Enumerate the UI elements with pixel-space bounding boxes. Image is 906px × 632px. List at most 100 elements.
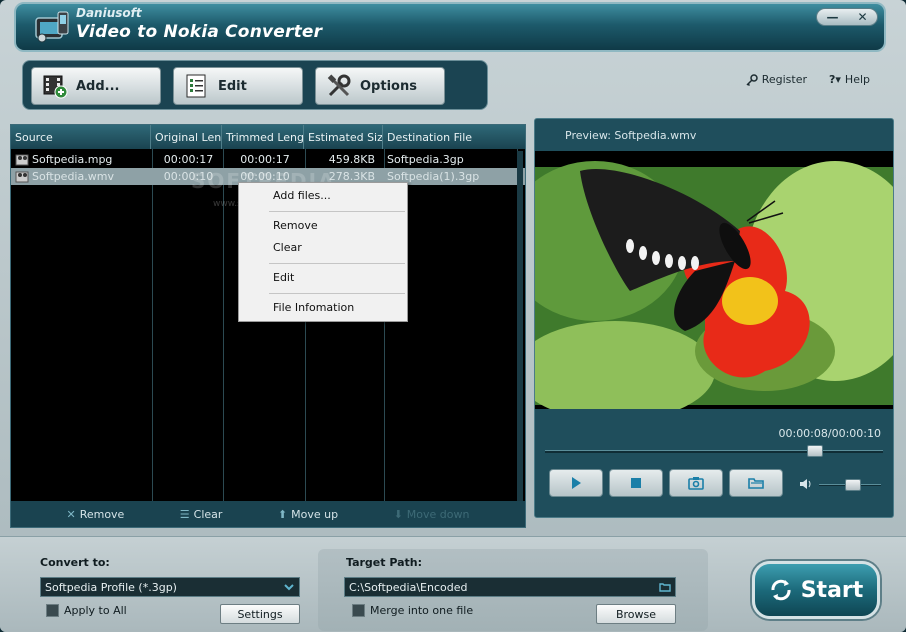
title-bar[interactable]: Daniusoft Video to Nokia Converter — ✕ — [14, 2, 886, 52]
preview-title: Preview: Softpedia.wmv — [565, 129, 697, 142]
target-path-value: C:\Softpedia\Encoded — [349, 581, 468, 594]
film-add-icon — [43, 75, 68, 99]
app-title: Video to Nokia Converter — [76, 22, 323, 42]
move-down-button[interactable]: ⬇ Move down — [394, 508, 470, 521]
checkbox-box[interactable] — [46, 604, 59, 617]
profile-select[interactable]: Softpedia Profile (*.3gp) — [40, 577, 300, 597]
video-preview — [535, 151, 893, 409]
play-button[interactable] — [549, 469, 603, 497]
clear-button[interactable]: ☰ Clear — [180, 508, 223, 521]
options-button[interactable]: Options — [315, 67, 445, 105]
arrow-up-icon: ⬆ — [277, 507, 288, 521]
row-estimated-size: 459.8KB — [328, 153, 375, 166]
row-source: Softpedia.wmv — [32, 170, 114, 183]
menu-separator — [269, 211, 405, 212]
row-original-length: 00:00:17 — [163, 153, 214, 166]
column-source[interactable]: Source — [11, 125, 151, 149]
seek-bar[interactable] — [545, 450, 883, 453]
convert-to-label: Convert to: — [40, 556, 110, 569]
options-button-label: Options — [360, 78, 417, 94]
target-path-input[interactable]: C:\Softpedia\Encoded — [344, 577, 676, 597]
apply-to-all-checkbox[interactable]: Apply to All — [46, 604, 127, 617]
stop-icon — [631, 478, 641, 488]
menu-item-edit[interactable]: Edit — [273, 271, 294, 284]
tools-icon — [327, 74, 351, 97]
menu-item-clear[interactable]: Clear — [273, 241, 302, 254]
start-button[interactable]: Start — [752, 561, 880, 619]
edit-button[interactable]: Edit — [173, 67, 303, 105]
add-button[interactable]: Add... — [31, 67, 161, 105]
menu-item-add-files[interactable]: Add files... — [273, 189, 331, 202]
minimize-button[interactable]: — — [826, 10, 838, 24]
folder-browse-icon[interactable] — [655, 578, 675, 596]
app-window: Daniusoft Video to Nokia Converter — ✕ A… — [0, 0, 906, 632]
clear-label: Clear — [193, 507, 223, 521]
merge-checkbox[interactable]: Merge into one file — [352, 604, 473, 617]
volume-icon — [800, 479, 811, 489]
settings-button[interactable]: Settings — [220, 604, 300, 624]
volume-handle[interactable] — [845, 479, 862, 491]
target-path-label: Target Path: — [346, 556, 423, 569]
key-icon — [746, 73, 758, 86]
seek-handle[interactable] — [807, 445, 824, 457]
output-settings-bar: Convert to: Softpedia Profile (*.3gp) Ap… — [0, 536, 906, 632]
refresh-icon — [771, 579, 791, 601]
stop-button[interactable] — [609, 469, 663, 497]
snapshot-button[interactable] — [669, 469, 723, 497]
menu-separator — [269, 293, 405, 294]
edit-button-label: Edit — [218, 78, 247, 94]
camera-icon — [688, 477, 704, 490]
folder-icon — [748, 478, 764, 489]
video-file-icon — [15, 171, 29, 183]
app-logo-icon — [35, 11, 69, 43]
column-estimated-size[interactable]: Estimated Size — [304, 125, 383, 149]
edit-list-icon — [186, 74, 206, 98]
target-path-group: Target Path: C:\Softpedia\Encoded Merge … — [318, 549, 708, 631]
profile-value: Softpedia Profile (*.3gp) — [45, 581, 177, 594]
menu-item-file-information[interactable]: File Infomation — [273, 301, 354, 314]
timecode: 00:00:08/00:00:10 — [778, 427, 881, 440]
browse-button[interactable]: Browse — [596, 604, 676, 624]
top-links: Register ?▾ Help — [746, 73, 870, 86]
chevron-down-icon[interactable] — [279, 578, 299, 596]
table-row[interactable]: Softpedia.mpg 00:00:17 00:00:17 459.8KB … — [11, 151, 525, 168]
arrow-down-icon: ⬇ — [393, 507, 403, 521]
row-destination-file: Softpedia.3gp — [387, 153, 464, 166]
file-list-footer: ✕ Remove ☰ Clear ⬆ Move up ⬇ Move down — [11, 501, 525, 527]
menu-separator — [269, 263, 405, 264]
register-link[interactable]: Register — [746, 73, 807, 86]
merge-label: Merge into one file — [370, 604, 474, 617]
vertical-scrollbar[interactable] — [517, 151, 523, 501]
register-label: Register — [761, 73, 808, 86]
context-menu: Add files... Remove Clear Edit File Info… — [238, 182, 408, 322]
apply-to-all-label: Apply to All — [64, 604, 127, 617]
video-file-icon — [15, 154, 29, 166]
move-down-label: Move down — [406, 507, 470, 521]
open-folder-button[interactable] — [729, 469, 783, 497]
window-controls: — ✕ — [816, 8, 878, 26]
menu-item-remove[interactable]: Remove — [273, 219, 318, 232]
row-source: Softpedia.mpg — [32, 153, 113, 166]
remove-button[interactable]: ✕ Remove — [66, 508, 124, 521]
column-original-length[interactable]: Original Len... — [151, 125, 222, 149]
add-button-label: Add... — [76, 78, 120, 94]
play-icon — [572, 477, 581, 489]
checkbox-box[interactable] — [352, 604, 365, 617]
main-toolbar: Add... Edit Options — [22, 60, 488, 110]
clear-list-icon: ☰ — [179, 507, 190, 521]
file-list-header: Source Original Len... Trimmed Length Es… — [11, 125, 525, 149]
column-destination-file[interactable]: Destination File — [383, 125, 525, 149]
row-trimmed-length: 00:00:17 — [240, 153, 290, 166]
help-icon: ?▾ — [829, 73, 841, 86]
close-button[interactable]: ✕ — [857, 10, 867, 24]
remove-label: Remove — [79, 507, 125, 521]
column-trimmed-length[interactable]: Trimmed Length — [222, 125, 304, 149]
preview-panel: Preview: Softpedia.wmv 00:00:08/00:00:10 — [534, 118, 894, 518]
help-link[interactable]: ?▾ Help — [829, 73, 870, 86]
move-up-label: Move up — [291, 507, 339, 521]
move-up-button[interactable]: ⬆ Move up — [278, 508, 338, 521]
brand-name: Daniusoft — [76, 6, 142, 20]
help-label: Help — [844, 73, 870, 86]
column-divider — [152, 149, 153, 503]
remove-icon: ✕ — [66, 507, 76, 521]
